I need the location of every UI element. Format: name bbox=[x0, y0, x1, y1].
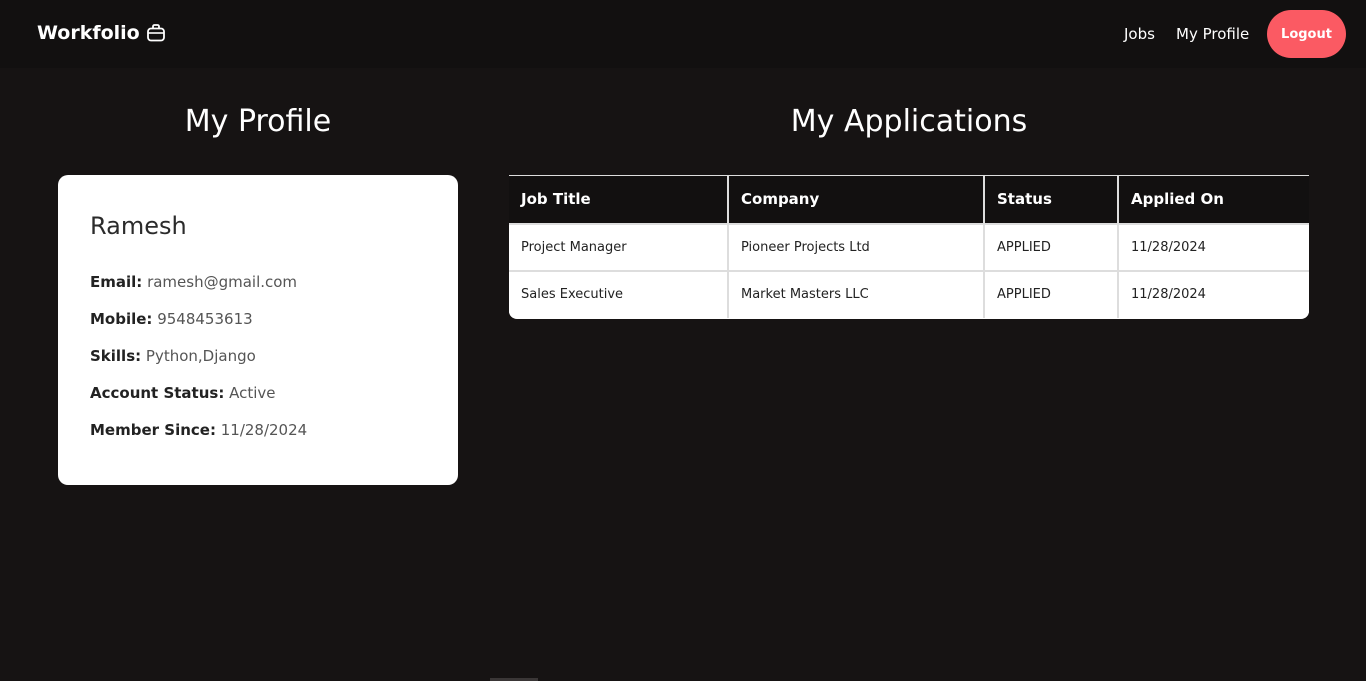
mobile-label: Mobile: bbox=[90, 310, 153, 328]
email-label: Email: bbox=[90, 273, 143, 291]
navbar: Workfolio Jobs My Profile Logout bbox=[0, 0, 1366, 68]
column-header-applied-on: Applied On bbox=[1117, 175, 1309, 225]
profile-card: Ramesh Email: ramesh@gmail.com Mobile: 9… bbox=[58, 175, 458, 485]
applications-heading: My Applications bbox=[790, 104, 1028, 139]
logout-button[interactable]: Logout bbox=[1267, 10, 1346, 58]
nav-link-my-profile[interactable]: My Profile bbox=[1176, 25, 1249, 43]
cell-job-title: Sales Executive bbox=[509, 269, 729, 318]
profile-heading: My Profile bbox=[184, 104, 332, 139]
cell-applied-on: 11/28/2024 bbox=[1117, 222, 1309, 272]
mobile-value: 9548453613 bbox=[157, 310, 253, 328]
profile-member-row: Member Since: 11/28/2024 bbox=[90, 421, 307, 439]
account-status-value: Active bbox=[229, 384, 276, 402]
table-row: Project Manager Pioneer Projects Ltd APP… bbox=[509, 222, 1309, 272]
member-since-label: Member Since: bbox=[90, 421, 216, 439]
cell-status: APPLIED bbox=[983, 269, 1119, 318]
cell-status: APPLIED bbox=[983, 222, 1119, 272]
account-status-label: Account Status: bbox=[90, 384, 225, 402]
column-header-company: Company bbox=[727, 175, 985, 225]
member-since-value: 11/28/2024 bbox=[220, 421, 308, 439]
brand-name: Workfolio bbox=[37, 22, 140, 44]
email-value: ramesh@gmail.com bbox=[147, 273, 298, 291]
profile-status-row: Account Status: Active bbox=[90, 384, 276, 402]
column-header-status: Status bbox=[983, 175, 1119, 225]
cell-company: Pioneer Projects Ltd bbox=[727, 222, 985, 272]
table-row: Sales Executive Market Masters LLC APPLI… bbox=[509, 269, 1309, 318]
profile-skills-row: Skills: Python,Django bbox=[90, 347, 256, 365]
cell-job-title: Project Manager bbox=[509, 222, 729, 272]
profile-name: Ramesh bbox=[90, 212, 187, 240]
column-header-job-title: Job Title bbox=[509, 175, 729, 225]
briefcase-icon bbox=[146, 23, 166, 43]
nav-link-jobs[interactable]: Jobs bbox=[1124, 25, 1155, 43]
skills-label: Skills: bbox=[90, 347, 142, 365]
profile-email-row: Email: ramesh@gmail.com bbox=[90, 273, 297, 291]
cell-company: Market Masters LLC bbox=[727, 269, 985, 318]
skills-value: Python,Django bbox=[145, 347, 256, 365]
table-header-row: Job Title Company Status Applied On bbox=[509, 175, 1309, 225]
applications-table: Job Title Company Status Applied On Proj… bbox=[509, 175, 1309, 318]
applications-table-container: Job Title Company Status Applied On Proj… bbox=[509, 175, 1309, 319]
brand-logo-link[interactable]: Workfolio bbox=[37, 22, 166, 44]
profile-mobile-row: Mobile: 9548453613 bbox=[90, 310, 253, 328]
cell-applied-on: 11/28/2024 bbox=[1117, 269, 1309, 318]
